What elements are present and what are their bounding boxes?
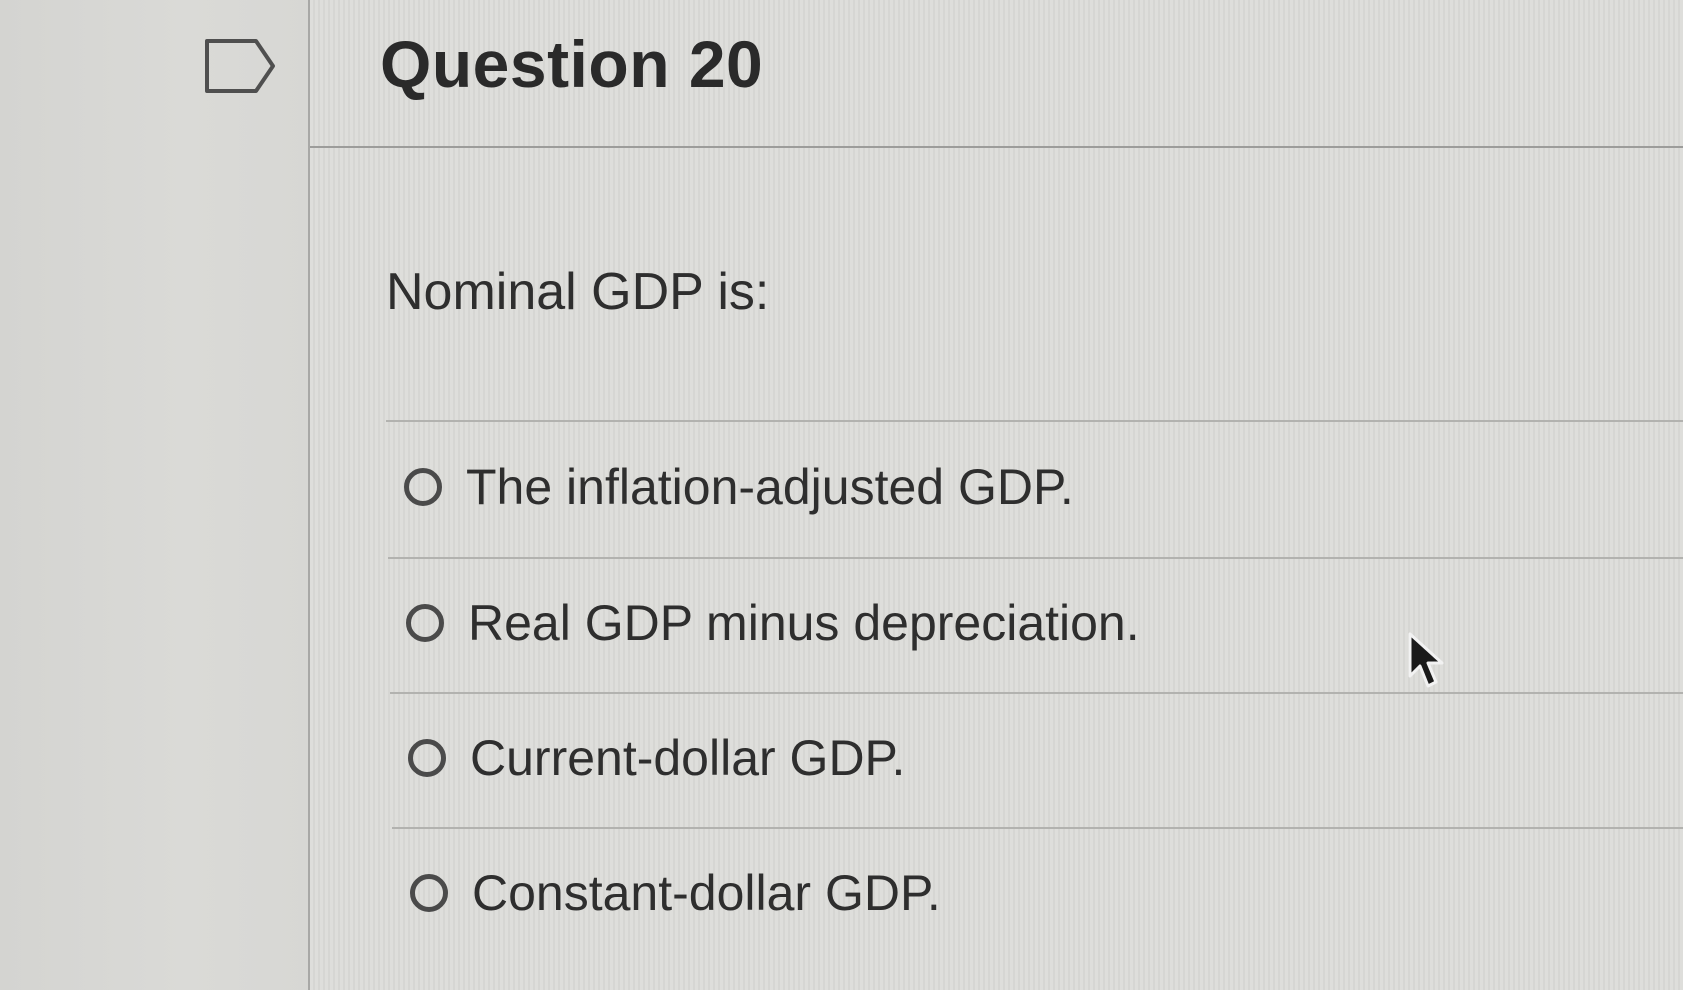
radio-button[interactable] [410,874,448,912]
gutter-divider [308,0,310,990]
answer-option-label: Current-dollar GDP. [470,730,906,786]
answer-option-2[interactable]: Real GDP minus depreciation. [406,594,1140,652]
answer-divider [392,827,1683,829]
answer-divider [386,420,1683,422]
answer-divider [390,692,1683,694]
answer-option-label: Constant-dollar GDP. [472,865,941,921]
flag-question-icon[interactable] [204,38,276,94]
radio-button[interactable] [408,739,446,777]
answer-option-3[interactable]: Current-dollar GDP. [408,729,905,787]
header-divider [310,146,1683,148]
radio-button[interactable] [406,604,444,642]
mouse-pointer-icon [1408,632,1444,688]
answer-option-label: Real GDP minus depreciation. [468,595,1140,651]
question-prompt: Nominal GDP is: [386,263,770,321]
question-title: Question 20 [380,27,764,101]
radio-button[interactable] [404,468,442,506]
answer-option-1[interactable]: The inflation-adjusted GDP. [404,458,1074,516]
answer-divider [388,557,1683,559]
answer-option-label: The inflation-adjusted GDP. [466,459,1074,515]
left-gutter [0,0,310,990]
answer-option-4[interactable]: Constant-dollar GDP. [410,864,941,922]
